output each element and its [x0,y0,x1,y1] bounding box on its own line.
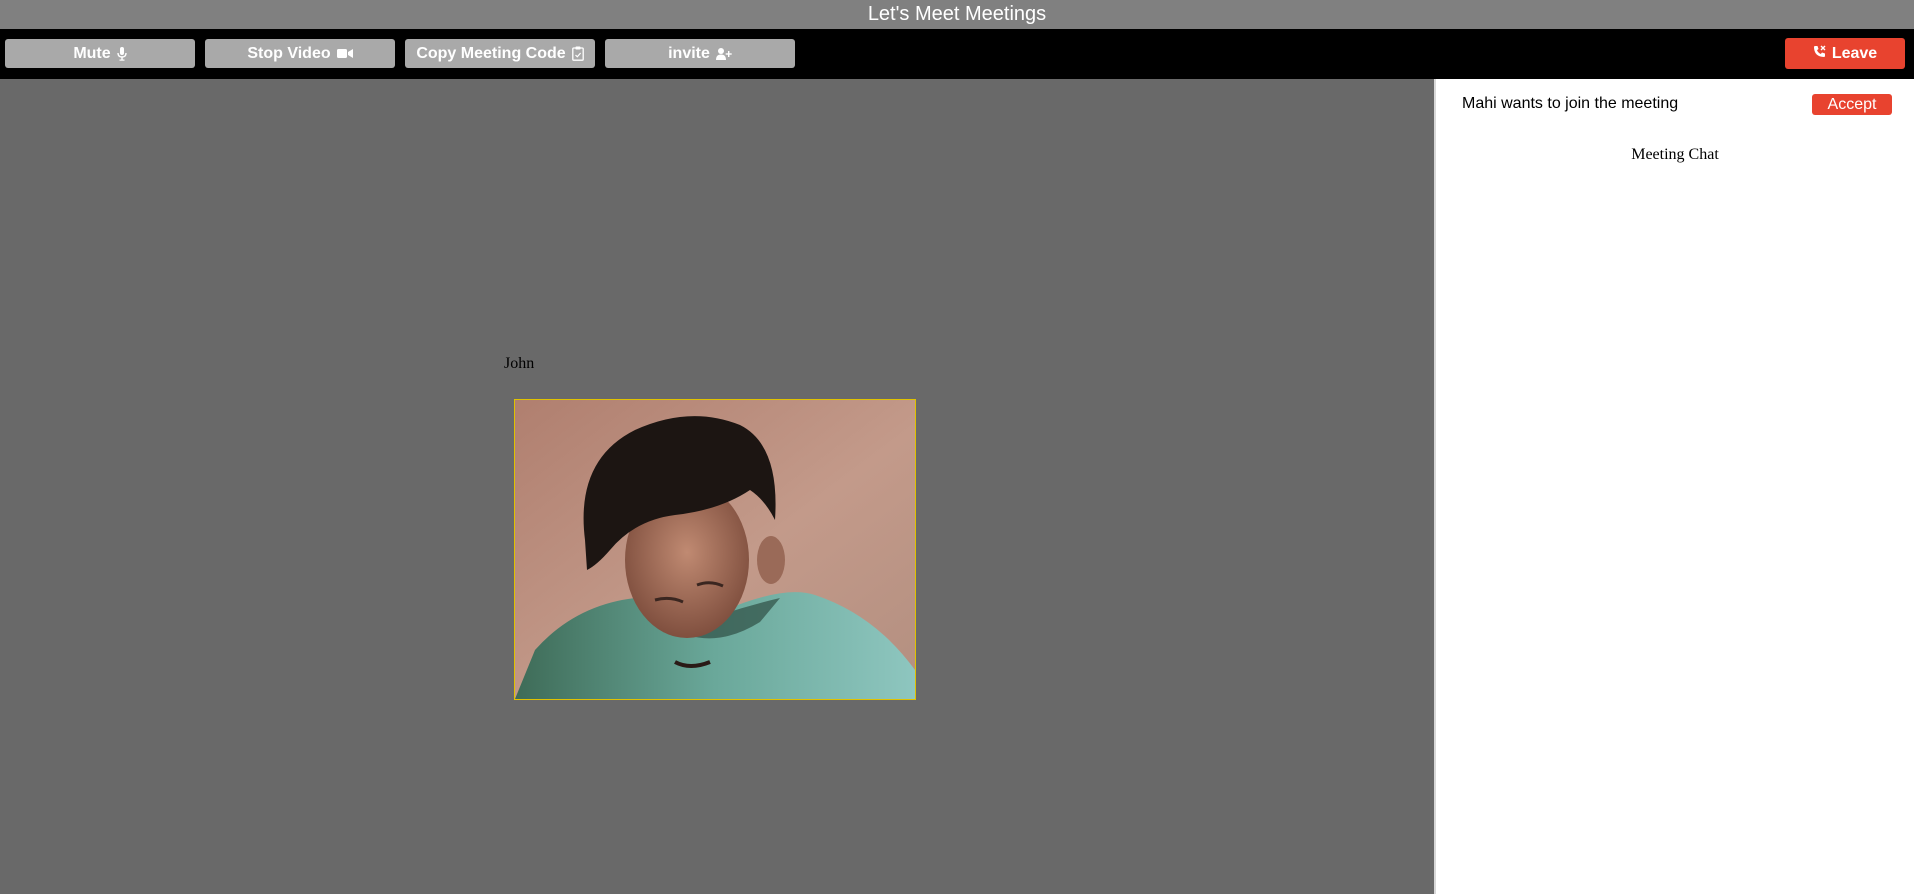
copy-meeting-code-label: Copy Meeting Code [416,44,566,62]
join-request-text: Mahi wants to join the meeting [1462,95,1679,112]
microphone-icon [116,46,127,61]
meeting-chat-title: Meeting Chat [1631,146,1719,163]
user-plus-icon [715,47,732,60]
webcam-feed-image [515,400,915,699]
right-sidebar: Mahi wants to join the meeting Accept Me… [1434,79,1914,894]
meeting-toolbar: Mute Stop Video Copy Meeting Code invite… [0,29,1914,79]
stop-video-button[interactable]: Stop Video [205,39,395,68]
phone-hangup-icon [1813,45,1826,63]
video-camera-icon [336,48,353,59]
video-stage: John [0,79,1434,894]
clipboard-icon [571,46,584,61]
accept-button[interactable]: Accept [1812,94,1892,115]
app-title: Let's Meet Meetings [0,0,1914,29]
invite-label: invite [668,44,710,62]
stop-video-label: Stop Video [247,44,331,62]
invite-button[interactable]: invite [605,39,795,68]
leave-label: Leave [1831,44,1878,62]
leave-button[interactable]: Leave [1785,38,1905,69]
mute-label: Mute [73,44,111,62]
mute-button[interactable]: Mute [5,39,195,68]
copy-meeting-code-button[interactable]: Copy Meeting Code [405,39,595,68]
participant-video [514,399,916,700]
participant-name: John [504,355,535,372]
